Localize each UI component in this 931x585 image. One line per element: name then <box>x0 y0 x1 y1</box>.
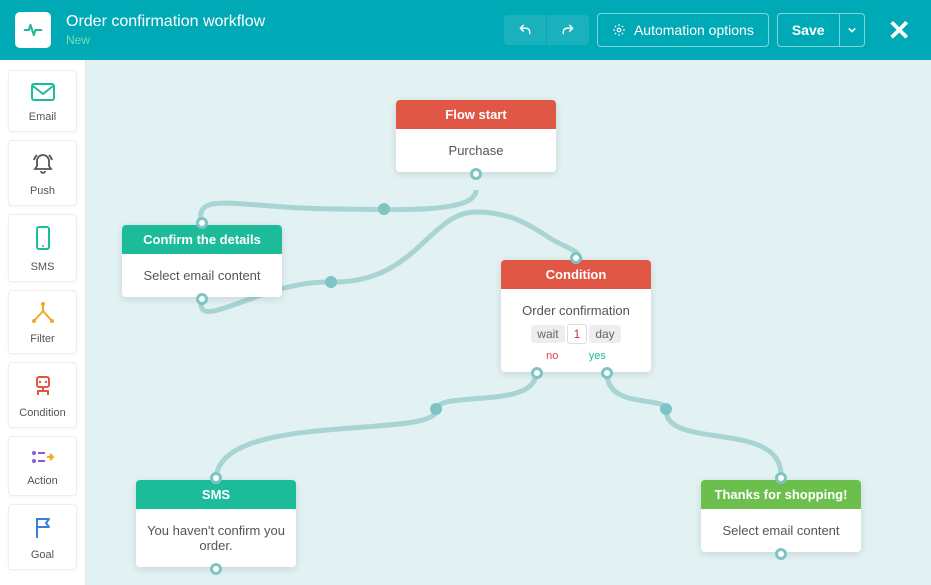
workflow-title: Order confirmation workflow <box>66 13 504 31</box>
push-icon <box>30 151 56 177</box>
node-sms[interactable]: SMS You haven't confirm you order. <box>136 480 296 567</box>
gear-icon <box>612 23 626 37</box>
sidebar-item-email[interactable]: Email <box>8 70 77 132</box>
node-flow-start[interactable]: Flow start Purchase <box>396 100 556 172</box>
sidebar-item-label: Action <box>27 475 58 487</box>
node-header: Thanks for shopping! <box>701 480 861 509</box>
sidebar-item-push[interactable]: Push <box>8 140 77 206</box>
sidebar-item-filter[interactable]: Filter <box>8 290 77 354</box>
node-body: Order confirmation wait1day no yes <box>501 289 651 372</box>
port-out[interactable] <box>196 293 208 305</box>
redo-icon <box>561 23 575 37</box>
port-in[interactable] <box>775 472 787 484</box>
toolbar: Automation options Save ✕ <box>504 13 916 47</box>
sidebar-item-action[interactable]: Action <box>8 436 77 496</box>
close-icon: ✕ <box>888 15 911 46</box>
workflow-canvas[interactable]: Flow start Purchase Confirm the details … <box>86 60 931 585</box>
save-button[interactable]: Save <box>777 13 839 47</box>
app-header: Order confirmation workflow New Automati… <box>0 0 931 60</box>
sidebar-item-label: Filter <box>30 333 54 345</box>
node-palette: Email Push SMS Filter Condition Action G… <box>0 60 86 585</box>
sidebar-item-label: SMS <box>31 261 55 273</box>
sidebar-item-label: Email <box>29 111 57 123</box>
port-out[interactable] <box>470 168 482 180</box>
port-in[interactable] <box>196 217 208 229</box>
automation-options-button[interactable]: Automation options <box>597 13 769 47</box>
sidebar-item-sms[interactable]: SMS <box>8 214 77 282</box>
sidebar-item-goal[interactable]: Goal <box>8 504 77 570</box>
port-out[interactable] <box>210 563 222 575</box>
email-icon <box>29 81 57 103</box>
node-confirm-details[interactable]: Confirm the details Select email content <box>122 225 282 297</box>
undo-icon <box>518 23 532 37</box>
sidebar-item-condition[interactable]: Condition <box>8 362 77 428</box>
port-out-yes[interactable] <box>601 367 613 379</box>
sidebar-item-label: Goal <box>31 549 54 561</box>
redo-button[interactable] <box>547 15 589 45</box>
node-condition[interactable]: Condition Order confirmation wait1day no… <box>501 260 651 372</box>
node-body: Select email content <box>701 509 861 552</box>
port-out[interactable] <box>775 548 787 560</box>
save-dropdown-button[interactable] <box>839 13 865 47</box>
node-header: Confirm the details <box>122 225 282 254</box>
wait-row: wait1day <box>511 324 641 344</box>
pulse-icon <box>23 20 43 40</box>
node-header: Condition <box>501 260 651 289</box>
title-block: Order confirmation workflow New <box>66 13 504 47</box>
sms-icon <box>32 225 54 253</box>
condition-text: Order confirmation <box>511 303 641 318</box>
sidebar-item-label: Push <box>30 185 55 197</box>
filter-icon <box>29 301 57 325</box>
node-header: SMS <box>136 480 296 509</box>
action-icon <box>29 447 57 467</box>
undo-button[interactable] <box>504 15 546 45</box>
goal-icon <box>31 515 55 541</box>
workflow-status: New <box>66 33 504 47</box>
close-button[interactable]: ✕ <box>883 14 916 47</box>
chevron-down-icon <box>848 26 856 34</box>
sidebar-item-label: Condition <box>19 407 65 419</box>
port-in[interactable] <box>210 472 222 484</box>
node-body: You haven't confirm you order. <box>136 509 296 567</box>
port-out-no[interactable] <box>531 367 543 379</box>
node-body: Purchase <box>396 129 556 172</box>
node-header: Flow start <box>396 100 556 129</box>
port-in[interactable] <box>570 252 582 264</box>
node-thanks[interactable]: Thanks for shopping! Select email conten… <box>701 480 861 552</box>
yes-no-labels: no yes <box>511 350 641 366</box>
condition-icon <box>30 373 56 399</box>
app-logo <box>15 12 51 48</box>
node-body: Select email content <box>122 254 282 297</box>
